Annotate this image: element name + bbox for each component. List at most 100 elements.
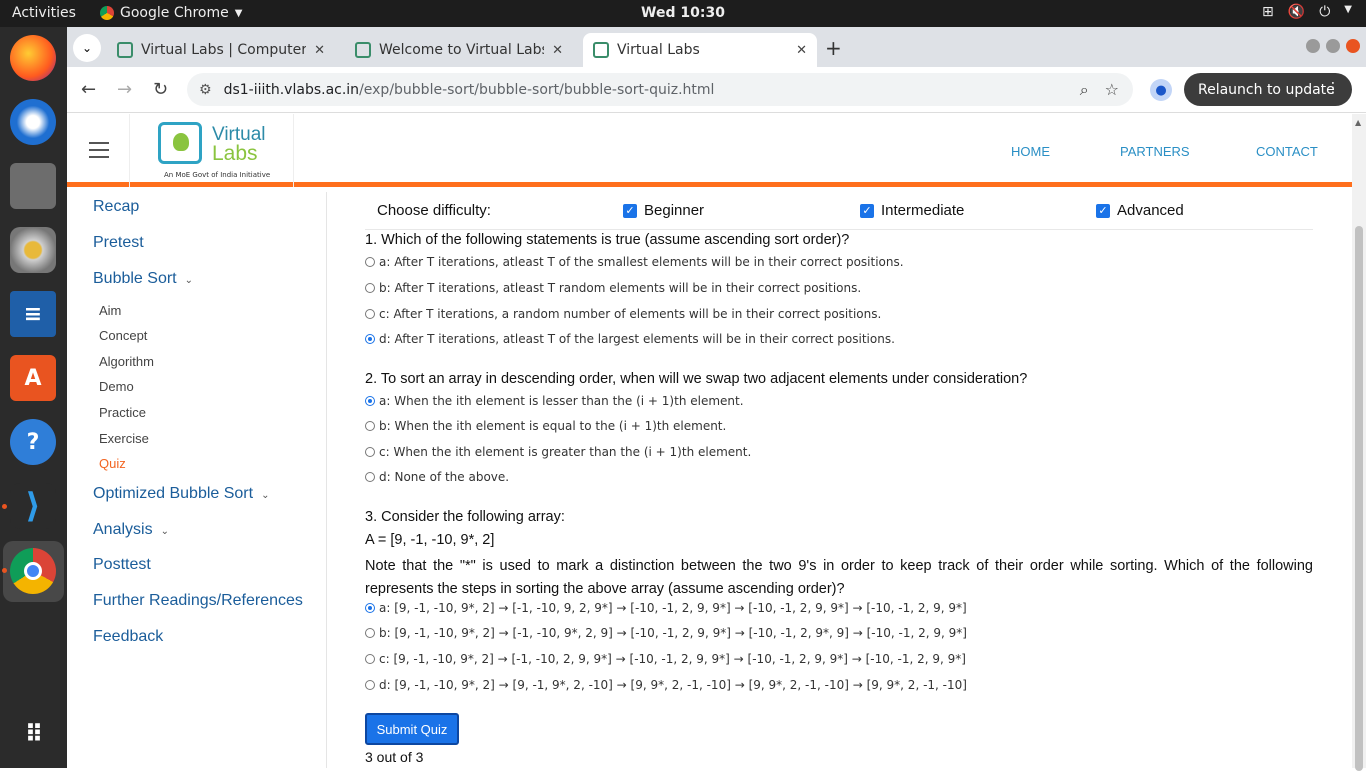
- window-controls: [1306, 39, 1360, 53]
- radio-button[interactable]: [365, 309, 375, 319]
- question-3-array: A = [9, -1, -10, 9*, 2]: [365, 532, 495, 548]
- address-bar[interactable]: ⚙ ds1-iiith.vlabs.ac.in/exp/bubble-sort/…: [187, 73, 1133, 106]
- back-arrow-icon[interactable]: ←: [81, 79, 96, 100]
- minimize-icon[interactable]: [1306, 39, 1320, 53]
- submit-quiz-button[interactable]: Submit Quiz: [365, 713, 459, 745]
- chevron-down-icon: ▼: [1344, 4, 1352, 15]
- system-top-bar: Activities Google Chrome ▼ Wed 10:30 ⊞ 🔇…: [0, 0, 1366, 27]
- q2-option-d[interactable]: d: None of the above.: [365, 470, 509, 484]
- close-icon[interactable]: ✕: [796, 43, 807, 58]
- bookmark-star-icon[interactable]: ☆: [1105, 80, 1119, 100]
- maximize-icon[interactable]: [1326, 39, 1340, 53]
- new-tab-button[interactable]: +: [825, 36, 842, 60]
- running-indicator: [2, 504, 7, 509]
- sidebar-item-analysis[interactable]: Analysis ⌄: [93, 521, 169, 539]
- sidebar-item-feedback[interactable]: Feedback: [93, 628, 163, 646]
- radio-button-selected[interactable]: [365, 334, 375, 344]
- sidebar-item-optimized-bubble-sort[interactable]: Optimized Bubble Sort ⌄: [93, 485, 269, 503]
- sidebar-item-practice[interactable]: Practice: [99, 405, 146, 420]
- sidebar-item-posttest[interactable]: Posttest: [93, 556, 151, 574]
- help-icon[interactable]: ?: [10, 419, 56, 465]
- q1-option-c[interactable]: c: After T iterations, a random number o…: [365, 307, 881, 321]
- q2-option-b[interactable]: b: When the ith element is equal to the …: [365, 419, 726, 433]
- sidebar-item-further-readings[interactable]: Further Readings/References: [93, 592, 303, 610]
- page-scrollbar[interactable]: ▲: [1352, 114, 1366, 771]
- radio-button[interactable]: [365, 654, 375, 664]
- writer-icon[interactable]: ≡: [10, 291, 56, 337]
- tab-strip: ⌄ Virtual Labs | Computer Science ✕ Welc…: [67, 27, 1366, 67]
- app-menu[interactable]: Google Chrome ▼: [100, 5, 242, 21]
- sidebar-item-recap[interactable]: Recap: [93, 198, 139, 216]
- menu-dots-icon[interactable]: ⋮: [1326, 80, 1340, 96]
- sidebar-item-exercise[interactable]: Exercise: [99, 431, 149, 446]
- close-icon[interactable]: ✕: [314, 43, 325, 58]
- radio-button[interactable]: [365, 283, 375, 293]
- tab-search-button[interactable]: ⌄: [73, 34, 101, 62]
- site-info-icon[interactable]: ⚙: [199, 82, 212, 98]
- checkbox-intermediate[interactable]: ✓ Intermediate: [860, 202, 964, 219]
- close-icon[interactable]: ✕: [552, 43, 563, 58]
- question-1-title: 1. Which of the following statements is …: [365, 232, 850, 248]
- question-3-title: 3. Consider the following array:: [365, 509, 565, 525]
- radio-button-selected[interactable]: [365, 396, 375, 406]
- tab-3-active[interactable]: Virtual Labs ✕: [583, 33, 817, 67]
- files-icon[interactable]: [10, 163, 56, 209]
- vlabs-favicon-icon: [117, 42, 133, 58]
- radio-button[interactable]: [365, 680, 375, 690]
- checkbox-beginner[interactable]: ✓ Beginner: [623, 202, 704, 219]
- sidebar-item-algorithm[interactable]: Algorithm: [99, 354, 154, 369]
- system-tray[interactable]: ⊞ 🔇 ⏻ ▼: [1262, 4, 1352, 20]
- radio-button[interactable]: [365, 257, 375, 267]
- q1-option-a[interactable]: a: After T iterations, atleast T of the …: [365, 255, 904, 269]
- sidebar-item-pretest[interactable]: Pretest: [93, 234, 144, 252]
- checkbox-advanced[interactable]: ✓ Advanced: [1096, 202, 1184, 219]
- difficulty-label: Choose difficulty:: [377, 202, 491, 219]
- quiz-score: 3 out of 3: [365, 749, 424, 765]
- radio-button[interactable]: [365, 447, 375, 457]
- window-close-icon[interactable]: [1346, 39, 1360, 53]
- rhythmbox-icon[interactable]: [10, 227, 56, 273]
- relaunch-button[interactable]: Relaunch to update ⋮: [1184, 73, 1352, 106]
- q3-option-c[interactable]: c: [9, -1, -10, 9*, 2] → [-1, -10, 2, 9,…: [365, 652, 966, 666]
- site-header: Virtual Labs An MoE Govt of India Initia…: [67, 114, 1352, 187]
- q3-option-a[interactable]: a: [9, -1, -10, 9*, 2] → [-1, -10, 9, 2,…: [365, 601, 967, 615]
- q2-option-c[interactable]: c: When the ith element is greater than …: [365, 445, 751, 459]
- checkmark-icon: ✓: [860, 203, 874, 218]
- radio-button[interactable]: [365, 472, 375, 482]
- sidebar-item-quiz[interactable]: Quiz: [99, 456, 126, 471]
- scrollbar-thumb[interactable]: [1355, 226, 1363, 771]
- software-center-icon[interactable]: A: [10, 355, 56, 401]
- radio-button[interactable]: [365, 628, 375, 638]
- sidebar-item-demo[interactable]: Demo: [99, 379, 134, 394]
- nav-home[interactable]: HOME: [1011, 144, 1050, 159]
- hamburger-menu-icon[interactable]: [89, 142, 109, 158]
- q3-option-b[interactable]: b: [9, -1, -10, 9*, 2] → [-1, -10, 9*, 2…: [365, 626, 967, 640]
- tab-1[interactable]: Virtual Labs | Computer Science ✕: [107, 33, 335, 67]
- q2-option-a[interactable]: a: When the ith element is lesser than t…: [365, 394, 744, 408]
- vscode-icon[interactable]: ⟩: [10, 483, 56, 529]
- q1-option-b[interactable]: b: After T iterations, atleast T random …: [365, 281, 861, 295]
- sidebar-item-concept[interactable]: Concept: [99, 328, 147, 343]
- q1-option-d[interactable]: d: After T iterations, atleast T of the …: [365, 332, 895, 346]
- firefox-icon[interactable]: [10, 35, 56, 81]
- activities-button[interactable]: Activities: [12, 5, 76, 21]
- thunderbird-icon[interactable]: [10, 99, 56, 145]
- radio-button-selected[interactable]: [365, 603, 375, 613]
- sidebar-item-aim[interactable]: Aim: [99, 303, 121, 318]
- nav-contact[interactable]: CONTACT: [1256, 144, 1318, 159]
- sidebar-item-bubble-sort[interactable]: Bubble Sort ⌄: [93, 270, 193, 288]
- forward-arrow-icon[interactable]: →: [117, 79, 132, 100]
- virtual-labs-logo[interactable]: Virtual Labs An MoE Govt of India Initia…: [129, 114, 294, 187]
- profile-avatar-icon[interactable]: ●: [1150, 79, 1172, 101]
- app-grid-icon[interactable]: ⠿: [10, 711, 56, 757]
- nav-partners[interactable]: PARTNERS: [1120, 144, 1190, 159]
- tab-2[interactable]: Welcome to Virtual Labs ✕: [345, 33, 573, 67]
- reload-icon[interactable]: ↻: [153, 79, 168, 100]
- radio-button[interactable]: [365, 421, 375, 431]
- zoom-search-icon[interactable]: ⌕: [1080, 80, 1089, 100]
- scroll-up-icon[interactable]: ▲: [1355, 118, 1361, 127]
- difficulty-selector: Choose difficulty: ✓ Beginner ✓ Intermedia…: [365, 192, 1313, 230]
- chrome-dock-icon[interactable]: [10, 548, 56, 594]
- web-page: Virtual Labs An MoE Govt of India Initia…: [67, 114, 1352, 768]
- q3-option-d[interactable]: d: [9, -1, -10, 9*, 2] → [9, -1, 9*, 2, …: [365, 678, 967, 692]
